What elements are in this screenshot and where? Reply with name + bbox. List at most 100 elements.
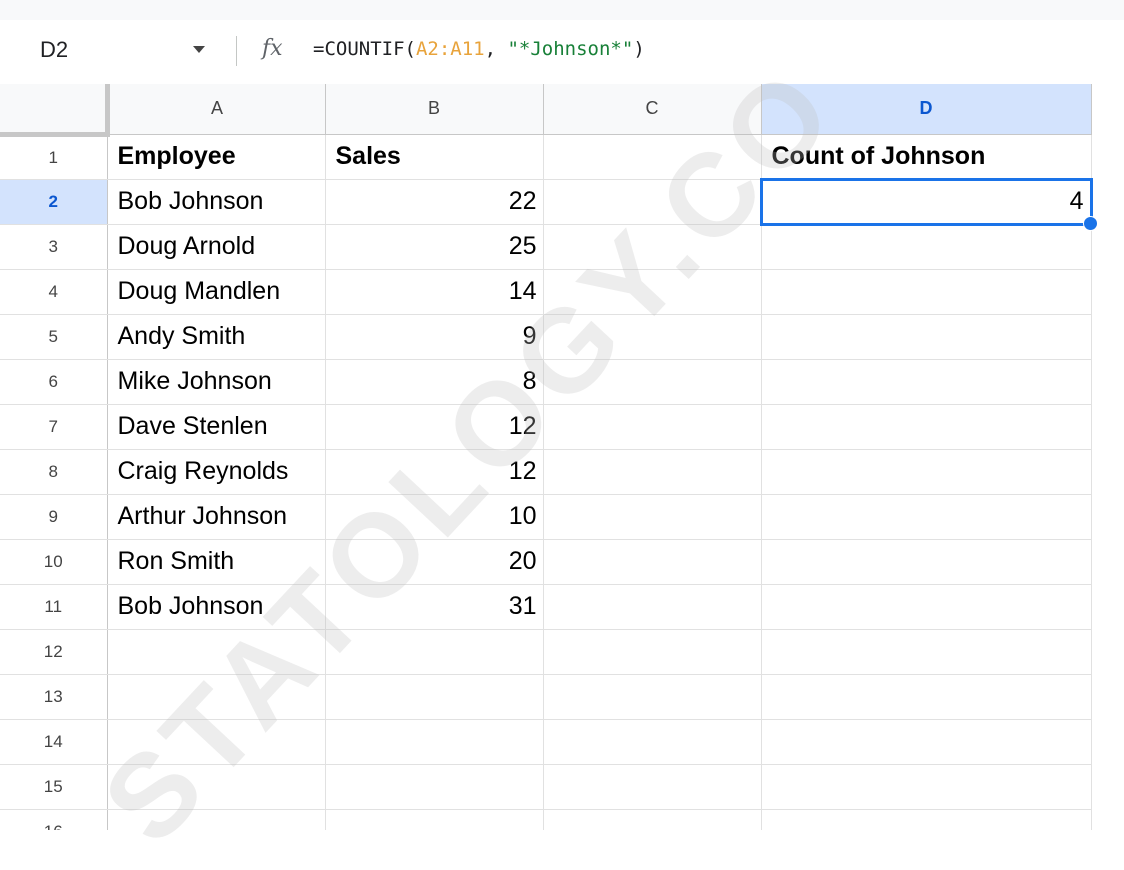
cell-b15[interactable] [325,764,544,810]
cell-b16[interactable] [325,809,544,830]
cell-c13[interactable] [543,674,762,720]
row-header[interactable]: 15 [0,764,108,810]
row-header[interactable]: 12 [0,629,108,675]
row-header[interactable]: 16 [0,809,108,830]
cell-b3[interactable]: 25 [325,224,544,270]
cell-a10[interactable]: Ron Smith [107,539,326,585]
cell-b5[interactable]: 9 [325,314,544,360]
function-icon: fx [262,36,283,61]
cell-a4[interactable]: Doug Mandlen [107,269,326,315]
cell-a3[interactable]: Doug Arnold [107,224,326,270]
table-row: 15 [0,764,1092,810]
cell-d13[interactable] [761,674,1092,720]
cell-c8[interactable] [543,449,762,495]
cell-a11[interactable]: Bob Johnson [107,584,326,630]
cell-d10[interactable] [761,539,1092,585]
row-header[interactable]: 13 [0,674,108,720]
cell-d9[interactable] [761,494,1092,540]
table-row: 8 Craig Reynolds 12 [0,449,1092,495]
row-header[interactable]: 8 [0,449,108,495]
column-header-d[interactable]: D [761,84,1092,135]
cell-b14[interactable] [325,719,544,765]
cell-c6[interactable] [543,359,762,405]
cell-d1[interactable]: Count of Johnson [761,134,1092,180]
cell-b7[interactable]: 12 [325,404,544,450]
cell-c14[interactable] [543,719,762,765]
cell-d4[interactable] [761,269,1092,315]
cell-b11[interactable]: 31 [325,584,544,630]
formula-suffix: ) [633,38,645,60]
column-header-c[interactable]: C [543,84,762,135]
cell-a14[interactable] [107,719,326,765]
cell-a7[interactable]: Dave Stenlen [107,404,326,450]
row-header[interactable]: 11 [0,584,108,630]
row-header[interactable]: 9 [0,494,108,540]
cell-d16[interactable] [761,809,1092,830]
column-header-a[interactable]: A [107,84,326,135]
cell-b8[interactable]: 12 [325,449,544,495]
formula-input[interactable]: =COUNTIF(A2:A11, "*Johnson*") [313,38,645,60]
cell-b12[interactable] [325,629,544,675]
cell-b1[interactable]: Sales [325,134,544,180]
cell-c12[interactable] [543,629,762,675]
row-header[interactable]: 4 [0,269,108,315]
cell-d15[interactable] [761,764,1092,810]
name-box-dropdown-icon[interactable] [192,44,206,54]
table-row: 16 [0,809,1092,830]
top-toolbar-strip [0,0,1124,20]
cell-b6[interactable]: 8 [325,359,544,405]
cell-a13[interactable] [107,674,326,720]
row-header[interactable]: 1 [0,134,108,180]
cell-c16[interactable] [543,809,762,830]
row-header[interactable]: 5 [0,314,108,360]
cell-b10[interactable]: 20 [325,539,544,585]
cell-d7[interactable] [761,404,1092,450]
cell-c9[interactable] [543,494,762,540]
cell-a15[interactable] [107,764,326,810]
row-header[interactable]: 2 [0,179,108,225]
cell-a16[interactable] [107,809,326,830]
table-row: 7 Dave Stenlen 12 [0,404,1092,450]
cell-a2[interactable]: Bob Johnson [107,179,326,225]
cell-c2[interactable] [543,179,762,225]
cell-c1[interactable] [543,134,762,180]
column-header-b[interactable]: B [325,84,544,135]
cell-a9[interactable]: Arthur Johnson [107,494,326,540]
cell-c7[interactable] [543,404,762,450]
cell-d6[interactable] [761,359,1092,405]
table-row: 11 Bob Johnson 31 [0,584,1092,630]
cell-d12[interactable] [761,629,1092,675]
row-header[interactable]: 7 [0,404,108,450]
cell-c11[interactable] [543,584,762,630]
row-header[interactable]: 3 [0,224,108,270]
row-header[interactable]: 10 [0,539,108,585]
cell-d5[interactable] [761,314,1092,360]
cell-a5[interactable]: Andy Smith [107,314,326,360]
formula-bar-divider [236,36,237,66]
cell-b4[interactable]: 14 [325,269,544,315]
cell-b9[interactable]: 10 [325,494,544,540]
cell-d8[interactable] [761,449,1092,495]
cell-d3[interactable] [761,224,1092,270]
row-header[interactable]: 6 [0,359,108,405]
cell-c3[interactable] [543,224,762,270]
cell-c4[interactable] [543,269,762,315]
cell-c10[interactable] [543,539,762,585]
cell-d11[interactable] [761,584,1092,630]
table-row: 2 Bob Johnson 22 4 [0,177,1098,231]
cell-d14[interactable] [761,719,1092,765]
cell-b2[interactable]: 22 [325,179,544,225]
cell-b13[interactable] [325,674,544,720]
cell-a1[interactable]: Employee [107,134,326,180]
fill-handle[interactable] [1082,215,1098,231]
cell-c5[interactable] [543,314,762,360]
cell-a8[interactable]: Craig Reynolds [107,449,326,495]
name-box[interactable]: D2 [40,37,68,63]
cell-a6[interactable]: Mike Johnson [107,359,326,405]
select-all-corner[interactable] [0,84,110,137]
row-header[interactable]: 14 [0,719,108,765]
table-row: 4 Doug Mandlen 14 [0,269,1092,315]
cell-c15[interactable] [543,764,762,810]
cell-a12[interactable] [107,629,326,675]
cell-d2[interactable]: 4 [759,177,1098,231]
